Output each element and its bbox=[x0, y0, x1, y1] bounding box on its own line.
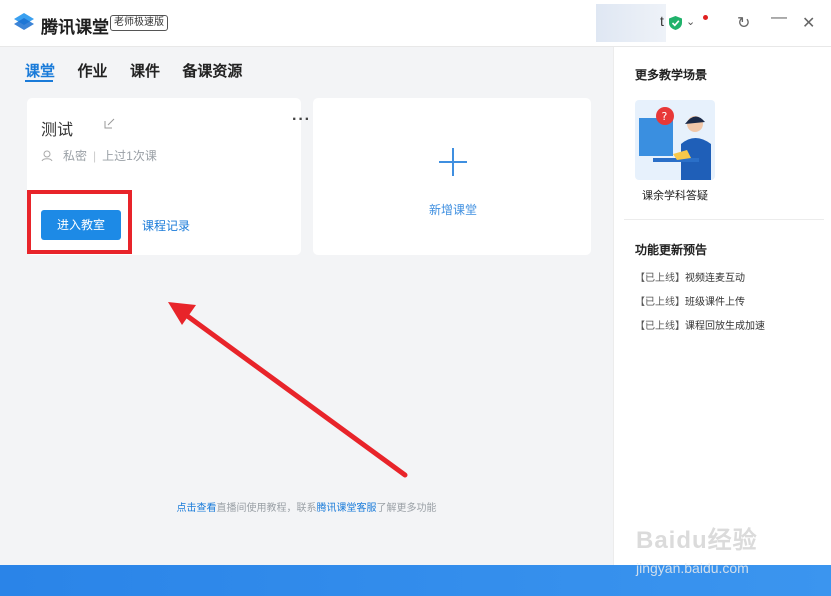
svg-text:?: ? bbox=[662, 110, 668, 123]
user-avatar-blurred[interactable] bbox=[596, 4, 666, 42]
support-link[interactable]: 腾讯课堂客服 bbox=[317, 503, 377, 514]
qa-scene-thumbnail[interactable]: ? bbox=[635, 100, 715, 180]
updates-heading: 功能更新预告 bbox=[635, 243, 708, 257]
help-footer: 点击查看直播间使用教程，联系腾讯课堂客服了解更多功能 bbox=[0, 499, 613, 514]
sidebar-divider bbox=[624, 219, 824, 220]
help-text: 直播间使用教程，联系 bbox=[216, 503, 317, 514]
qa-scene-label[interactable]: 课余学科答疑 bbox=[635, 187, 715, 203]
update-item: 【已上线】班级课件上传 bbox=[635, 297, 745, 308]
username-fragment[interactable]: t bbox=[660, 13, 664, 29]
title-bar: 腾讯课堂 老师极速版 t ⌄ ↻ — ✕ bbox=[0, 0, 831, 47]
view-tutorial-link[interactable]: 点击查看 bbox=[177, 503, 217, 514]
refresh-button[interactable]: ↻ bbox=[737, 13, 750, 33]
app-logo-icon bbox=[14, 13, 34, 30]
help-text-end: 了解更多功能 bbox=[376, 503, 437, 514]
annotation-highlight-box bbox=[27, 190, 132, 254]
chevron-down-icon[interactable]: ⌄ bbox=[686, 15, 695, 28]
edition-badge: 老师极速版 bbox=[110, 15, 168, 31]
baidu-watermark: Baidu经验 bbox=[636, 527, 758, 554]
minimize-button[interactable]: — bbox=[771, 9, 787, 27]
baidu-watermark-url: jingyan.baidu.com bbox=[636, 560, 749, 576]
annotation-arrow bbox=[168, 302, 408, 478]
update-item: 【已上线】视频连麦互动 bbox=[635, 273, 745, 284]
shield-check-icon[interactable] bbox=[669, 16, 682, 30]
notification-dot bbox=[703, 15, 708, 20]
qa-illustration-icon: ? bbox=[635, 100, 715, 180]
main-panel: 课堂 作业 课件 备课资源 测试 ··· 私密 | 上过1次课 进入教室 课程记录 … bbox=[0, 47, 613, 565]
close-button[interactable]: ✕ bbox=[802, 13, 815, 33]
right-sidebar: 更多教学场景 ? 课余学科答疑 功能更新预告 【已上线】视频连麦互动 【已上线】… bbox=[613, 47, 831, 565]
update-item: 【已上线】课程回放生成加速 bbox=[635, 321, 765, 332]
app-name: 腾讯课堂 bbox=[41, 18, 109, 37]
scenes-heading: 更多教学场景 bbox=[635, 68, 708, 82]
